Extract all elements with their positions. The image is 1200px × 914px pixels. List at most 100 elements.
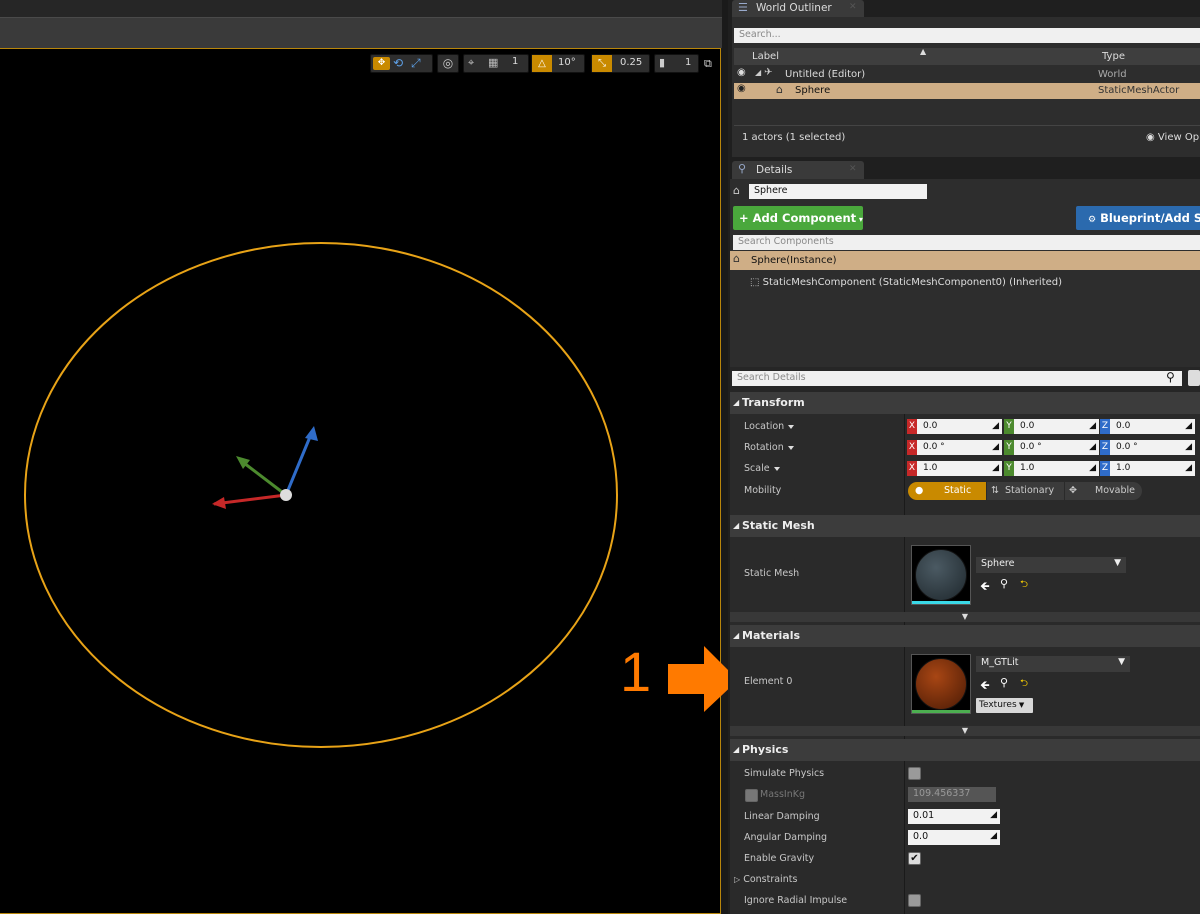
view-options-button[interactable]: ◉ View Op [1146, 132, 1199, 143]
location-label-text: Location [744, 421, 785, 432]
angular-damping-value: 0.0 [913, 831, 929, 842]
browse-icon[interactable]: ⚲ [1000, 577, 1008, 590]
drag-icon: ◢ [1089, 442, 1096, 452]
mass-input[interactable]: 109.456337 [908, 787, 996, 802]
outliner-row[interactable]: ◉ ◢ ✈ Untitled (Editor) World [734, 67, 1200, 83]
actor-icon: ⌂ [733, 184, 740, 197]
location-value: 0.0 [1116, 421, 1131, 431]
scale-z-axis-label: Z [1100, 461, 1110, 476]
mobility-stationary-label: Stationary [1005, 485, 1055, 496]
details-tab-title: Details [756, 164, 793, 176]
thumbnail-accent [912, 710, 970, 713]
constraints-row[interactable]: ▷ Constraints [734, 874, 797, 885]
advanced-expander[interactable]: ▼ [730, 726, 1200, 736]
static-mesh-asset-combo[interactable]: Sphere ▼ [976, 557, 1126, 573]
sort-asc-icon: ▲ [920, 47, 927, 56]
use-selected-icon[interactable]: 🡸 [980, 577, 990, 598]
mobility-static-label: Static [944, 485, 972, 496]
ignore-radial-impulse-label: Ignore Radial Impulse [744, 895, 848, 906]
outliner-search-input[interactable]: Search... [734, 28, 1200, 43]
material-asset-combo[interactable]: M_GTLit ▼ [976, 656, 1130, 672]
ignore-radial-impulse-checkbox[interactable] [908, 894, 921, 907]
close-icon[interactable]: ✕ [849, 164, 857, 174]
viewport-tab-strip [0, 17, 722, 48]
collapse-arrow-icon: ◢ [733, 521, 740, 530]
outliner-row-type: StaticMeshActor [1098, 85, 1180, 96]
location-x-input[interactable]: 0.0 ◢ [917, 419, 1002, 434]
visibility-eye-icon[interactable]: ◉ [737, 67, 746, 78]
expand-arrow-icon[interactable]: ◢ [755, 68, 761, 77]
outliner-row-label: Sphere [795, 85, 831, 96]
scale-y-input[interactable]: 1.0 ◢ [1014, 461, 1099, 476]
material-preview [915, 658, 967, 710]
details-tab[interactable]: ⚲ Details ✕ [732, 161, 864, 179]
close-icon[interactable]: ✕ [849, 2, 857, 12]
chevron-down-icon [787, 445, 794, 450]
use-selected-icon[interactable]: 🡸 [980, 676, 990, 697]
visibility-eye-icon[interactable]: ◉ [737, 83, 746, 94]
chevron-down-icon [788, 424, 795, 429]
location-value: 0.0 [1020, 421, 1035, 431]
actor-name-input[interactable]: Sphere [749, 184, 927, 199]
annotation-number: 1 [620, 640, 652, 703]
scale-x-input[interactable]: 1.0 ◢ [917, 461, 1002, 476]
chevron-down-icon: ▼ [1016, 701, 1025, 709]
mass-override-checkbox[interactable] [745, 789, 758, 802]
textures-dropdown[interactable]: Textures ▼ [976, 698, 1033, 713]
add-component-button[interactable]: + Add Component ▾ [733, 206, 863, 230]
static-mesh-thumbnail[interactable] [911, 545, 971, 605]
rotation-label[interactable]: Rotation [744, 442, 794, 453]
browse-icon[interactable]: ⚲ [1000, 676, 1008, 689]
physics-section-header[interactable]: ◢ Physics [730, 739, 1200, 761]
transform-section-header[interactable]: ◢ Transform [730, 392, 1200, 414]
type-column-header[interactable]: Type [1102, 51, 1125, 62]
outliner-tab[interactable]: ☰ World Outliner ✕ [732, 0, 864, 17]
drag-icon: ◢ [992, 442, 999, 452]
static-mesh-section-header[interactable]: ◢ Static Mesh [730, 515, 1200, 537]
outliner-icon: ☰ [738, 1, 748, 14]
column-divider [904, 392, 905, 914]
blueprint-button[interactable]: ⚙ Blueprint/Add S [1076, 206, 1200, 230]
rotation-z-input[interactable]: 0.0 ° ◢ [1110, 440, 1195, 455]
location-y-axis-label: Y [1004, 419, 1014, 434]
materials-section-header[interactable]: ◢ Materials [730, 625, 1200, 647]
mobility-movable-label: Movable [1095, 485, 1135, 496]
mobility-stationary-button[interactable]: ⇅ Stationary [987, 482, 1064, 500]
stationary-icon: ⇅ [991, 485, 999, 496]
simulate-physics-checkbox[interactable] [908, 767, 921, 780]
label-column-header[interactable]: Label [752, 51, 779, 62]
viewport-scene [24, 242, 618, 748]
search-icon[interactable]: ⚲ [1166, 370, 1175, 384]
location-label[interactable]: Location [744, 421, 795, 432]
scale-label[interactable]: Scale [744, 463, 780, 474]
component-instance-row[interactable]: ⌂ Sphere(Instance) [730, 251, 1200, 270]
scale-label-text: Scale [744, 463, 770, 474]
outliner-row-label: Untitled (Editor) [785, 69, 866, 80]
search-components-input[interactable]: Search Components [733, 235, 1200, 250]
mobility-static-button[interactable]: ● Static [908, 482, 986, 500]
component-row[interactable]: ⬚ StaticMeshComponent (StaticMeshCompone… [750, 277, 1062, 288]
advanced-expander[interactable]: ▼ [730, 612, 1200, 622]
mass-label: MassInKg [760, 789, 805, 800]
reset-icon[interactable]: ⮌ [1020, 577, 1028, 594]
angular-damping-input[interactable]: 0.0 ◢ [908, 830, 1000, 845]
reset-icon[interactable]: ⮌ [1020, 676, 1028, 693]
view-options-icon[interactable] [1188, 370, 1200, 386]
outliner-row-selected[interactable]: ◉ ⌂ Sphere StaticMeshActor [734, 83, 1200, 99]
location-z-input[interactable]: 0.0 ◢ [1110, 419, 1195, 434]
material-thumbnail[interactable] [911, 654, 971, 714]
mobility-movable-button[interactable]: ✥ Movable [1065, 482, 1142, 500]
scale-value: 1.0 [1116, 463, 1131, 473]
search-details-input[interactable]: Search Details [732, 371, 1182, 386]
location-value: 0.0 [923, 421, 938, 431]
scale-z-input[interactable]: 1.0 ◢ [1110, 461, 1195, 476]
scale-x-axis-label: X [907, 461, 917, 476]
actor-icon: ⌂ [733, 252, 740, 265]
rotation-y-input[interactable]: 0.0 ° ◢ [1014, 440, 1099, 455]
location-y-input[interactable]: 0.0 ◢ [1014, 419, 1099, 434]
blueprint-label: Blueprint/Add S [1100, 211, 1200, 225]
rotation-label-text: Rotation [744, 442, 784, 453]
linear-damping-input[interactable]: 0.01 ◢ [908, 809, 1000, 824]
enable-gravity-checkbox[interactable]: ✔ [908, 852, 921, 865]
rotation-x-input[interactable]: 0.0 ° ◢ [917, 440, 1002, 455]
